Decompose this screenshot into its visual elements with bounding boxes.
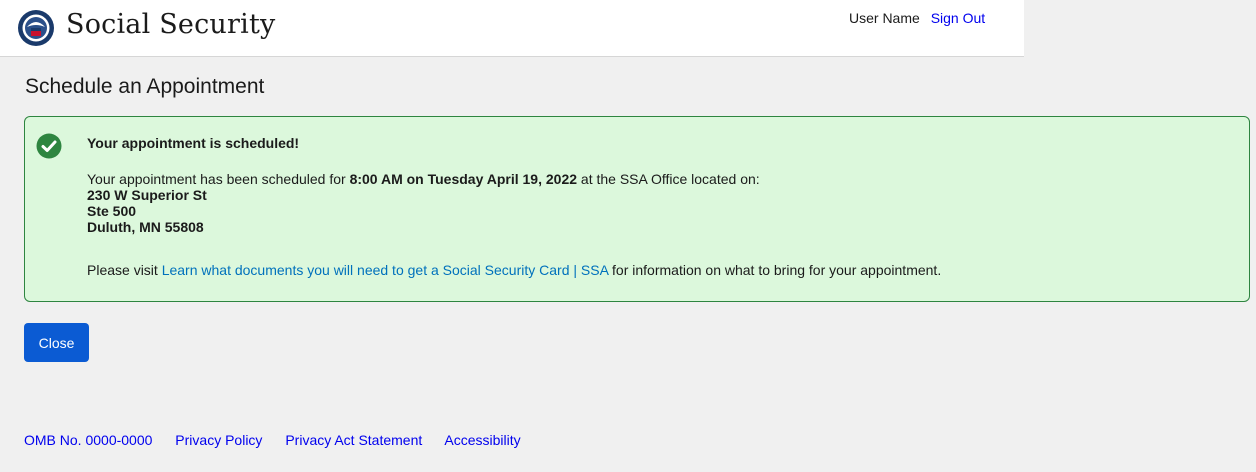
alert-intro-after: at the SSA Office located on: <box>577 171 760 187</box>
footer-link-omb[interactable]: OMB No. 0000-0000 <box>24 432 152 448</box>
address-line-1: 230 W Superior St <box>87 187 207 203</box>
visit-before: Please visit <box>87 262 162 278</box>
footer: OMB No. 0000-0000 Privacy Policy Privacy… <box>24 432 540 448</box>
check-circle-icon <box>36 133 62 159</box>
alert-heading: Your appointment is scheduled! <box>87 135 300 151</box>
visit-after: for information on what to bring for you… <box>608 262 942 278</box>
alert-visit-text: Please visit Learn what documents you wi… <box>87 262 941 278</box>
alert-intro-before: Your appointment has been scheduled for <box>87 171 350 187</box>
site-brand[interactable]: Social Security <box>66 9 275 40</box>
footer-link-privacy-act[interactable]: Privacy Act Statement <box>285 432 422 448</box>
page-title: Schedule an Appointment <box>25 75 265 98</box>
address-line-2: Ste 500 <box>87 203 137 219</box>
documents-needed-link[interactable]: Learn what documents you will need to ge… <box>162 262 608 278</box>
sign-out-link[interactable]: Sign Out <box>931 10 985 26</box>
success-alert: Your appointment is scheduled! Your appo… <box>24 116 1250 302</box>
user-area: User Name Sign Out <box>849 10 985 26</box>
user-name: User Name <box>849 10 920 26</box>
alert-body: Your appointment has been scheduled for … <box>87 171 760 235</box>
close-button[interactable]: Close <box>24 323 89 362</box>
footer-link-privacy-policy[interactable]: Privacy Policy <box>175 432 262 448</box>
ssa-seal-icon[interactable] <box>17 9 55 47</box>
address-line-3: Duluth, MN 55808 <box>87 219 204 235</box>
appointment-datetime: 8:00 AM on Tuesday April 19, 2022 <box>349 171 578 187</box>
footer-link-accessibility[interactable]: Accessibility <box>444 432 520 448</box>
site-header: Social Security User Name Sign Out <box>0 0 1024 57</box>
